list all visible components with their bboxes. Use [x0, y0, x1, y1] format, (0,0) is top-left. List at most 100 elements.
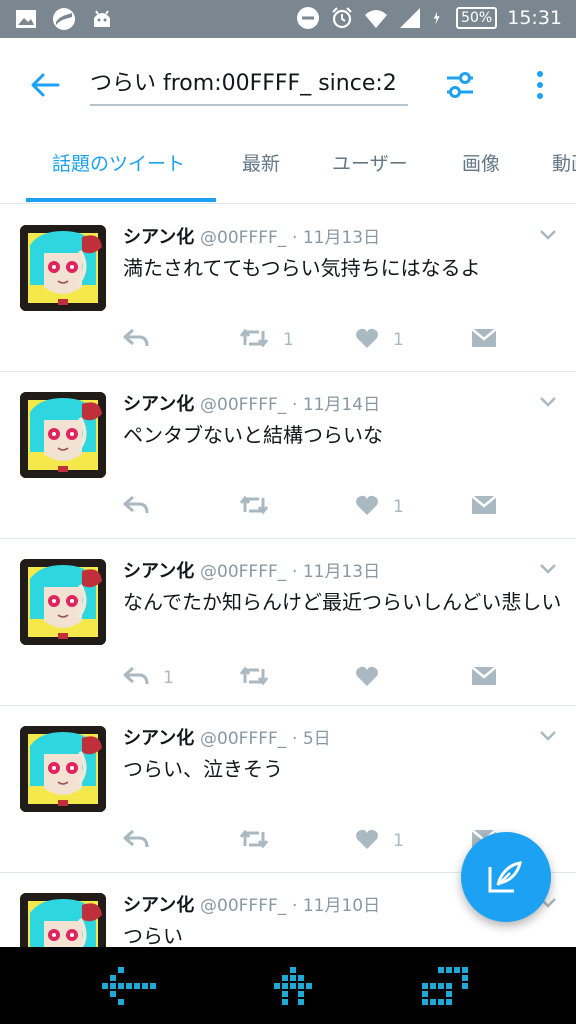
tweet-header: シアン化 @00FFFF_ · 11月10日: [123, 891, 380, 917]
tweet-actions: 1 1: [123, 325, 523, 355]
tweet-author-name[interactable]: シアン化: [123, 895, 194, 916]
tweet-header: シアン化 @00FFFF_ · 5日: [123, 724, 331, 750]
reply-icon: [123, 665, 149, 692]
tab-top-tweets[interactable]: 話題のツイート: [52, 132, 185, 203]
separator-dot: ·: [292, 896, 303, 916]
like-button[interactable]: 1: [355, 826, 404, 856]
app-icon: [53, 8, 75, 30]
tweet-author-handle: @00FFFF_: [200, 228, 287, 248]
tweet-date: 11月13日: [302, 228, 381, 248]
search-query: つらい from:00FFFF_ since:2: [90, 71, 397, 96]
compose-tweet-button[interactable]: [461, 832, 551, 922]
tweet-date: 11月14日: [302, 395, 381, 415]
tweet-author-handle: @00FFFF_: [200, 562, 287, 582]
tweet-text: ペンタブないと結構つらいな: [123, 423, 383, 447]
retweet-icon: [239, 665, 269, 692]
like-count: 1: [393, 497, 404, 517]
chevron-down-icon[interactable]: [538, 561, 558, 575]
retweet-icon: [239, 494, 269, 521]
tweet-text: 満たされててもつらい気持ちにはなるよ: [123, 256, 481, 280]
nav-home-icon[interactable]: [264, 965, 328, 1007]
search-app-bar: つらい from:00FFFF_ since:2: [0, 38, 576, 132]
alarm-icon: [332, 7, 352, 29]
like-button[interactable]: [355, 663, 393, 693]
tweet-header: シアン化 @00FFFF_ · 11月14日: [123, 390, 380, 416]
do-not-disturb-icon: [297, 7, 320, 29]
tweet-header: シアン化 @00FFFF_ · 11月13日: [123, 223, 380, 249]
retweet-icon: [239, 828, 269, 855]
tweet[interactable]: シアン化 @00FFFF_ · 11月14日 ペンタブないと結構つらいな 1: [0, 372, 576, 539]
wifi-icon: [365, 10, 388, 28]
tweet[interactable]: シアン化 @00FFFF_ · 11月13日 なんでたか知らんけど最近つらいしん…: [0, 539, 576, 706]
avatar[interactable]: [20, 726, 106, 812]
reply-icon: [123, 494, 149, 521]
back-arrow-icon[interactable]: [28, 68, 62, 102]
nav-back-icon[interactable]: [100, 965, 164, 1007]
tweet[interactable]: シアン化 @00FFFF_ · 11月13日 満たされててもつらい気持ちにはなる…: [0, 205, 576, 372]
retweet-count: 1: [283, 330, 294, 350]
heart-icon: [355, 828, 379, 855]
tab-users[interactable]: ユーザー: [332, 132, 408, 203]
clock: 15:31: [507, 7, 562, 29]
chevron-down-icon[interactable]: [538, 394, 558, 408]
android-icon: [94, 10, 110, 27]
tweet-author-name[interactable]: シアン化: [123, 227, 194, 248]
separator-dot: ·: [292, 562, 303, 582]
reply-icon: [123, 828, 149, 855]
direct-message-button[interactable]: [471, 663, 497, 693]
reply-icon: [123, 327, 149, 354]
tweet-author-name[interactable]: シアン化: [123, 561, 194, 582]
reply-button[interactable]: [123, 325, 163, 355]
envelope-icon: [471, 665, 497, 692]
more-vertical-icon[interactable]: [530, 68, 550, 102]
like-button[interactable]: 1: [355, 325, 404, 355]
tweet-author-handle: @00FFFF_: [200, 395, 287, 415]
separator-dot: ·: [292, 729, 303, 749]
retweet-button[interactable]: 1: [239, 325, 294, 355]
direct-message-button[interactable]: [471, 492, 497, 522]
search-tabs: 話題のツイート 最新 ユーザー 画像 動画: [0, 132, 576, 204]
tweet-date: 11月13日: [302, 562, 381, 582]
avatar[interactable]: [20, 893, 106, 947]
like-count: 1: [393, 831, 404, 851]
reply-button[interactable]: [123, 826, 163, 856]
active-tab-indicator: [26, 198, 216, 202]
retweet-button[interactable]: [239, 826, 283, 856]
tab-images[interactable]: 画像: [462, 132, 500, 203]
reply-button[interactable]: 1: [123, 663, 174, 693]
avatar[interactable]: [20, 392, 106, 478]
system-nav-bar: [0, 947, 576, 1024]
tweet-actions: 1: [123, 663, 523, 693]
tweet-author-handle: @00FFFF_: [200, 729, 287, 749]
tweet-author-name[interactable]: シアン化: [123, 394, 194, 415]
like-button[interactable]: 1: [355, 492, 404, 522]
separator-dot: ·: [292, 395, 303, 415]
tweet-date: 5日: [302, 729, 331, 749]
like-count: 1: [393, 330, 404, 350]
tab-latest[interactable]: 最新: [242, 132, 280, 203]
chevron-down-icon[interactable]: [538, 227, 558, 241]
tweet-text: つらい: [123, 924, 183, 947]
tweet-text: なんでたか知らんけど最近つらいしんどい悲しい: [123, 590, 562, 614]
retweet-button[interactable]: [239, 492, 283, 522]
filter-sliders-icon[interactable]: [443, 68, 477, 102]
reply-count: 1: [163, 668, 174, 688]
search-input[interactable]: つらい from:00FFFF_ since:2: [90, 68, 408, 106]
tweet-actions: 1: [123, 826, 523, 856]
chevron-down-icon[interactable]: [538, 728, 558, 742]
tweet-header: シアン化 @00FFFF_ · 11月13日: [123, 557, 380, 583]
heart-icon: [355, 665, 379, 692]
avatar[interactable]: [20, 225, 106, 311]
retweet-button[interactable]: [239, 663, 283, 693]
separator-dot: ·: [292, 228, 303, 248]
nav-recents-icon[interactable]: [420, 965, 484, 1007]
heart-icon: [355, 494, 379, 521]
avatar[interactable]: [20, 559, 106, 645]
tweet-author-name[interactable]: シアン化: [123, 728, 194, 749]
retweet-icon: [239, 327, 269, 354]
direct-message-button[interactable]: [471, 325, 497, 355]
tweet-text: つらい、泣きそう: [123, 757, 283, 781]
tab-videos[interactable]: 動画: [552, 132, 576, 203]
reply-button[interactable]: [123, 492, 163, 522]
gallery-icon: [16, 10, 36, 28]
